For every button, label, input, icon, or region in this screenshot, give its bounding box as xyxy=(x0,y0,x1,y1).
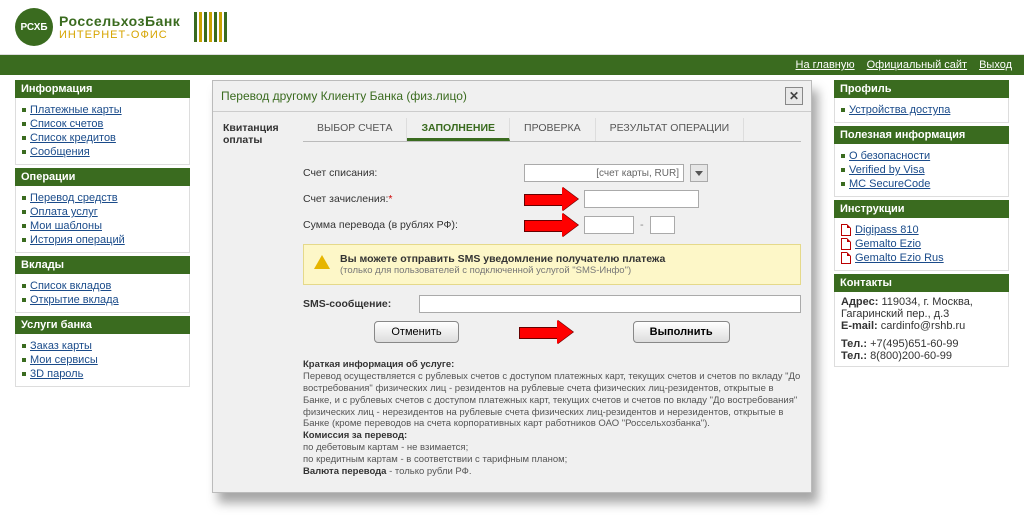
right-sidebar: Профиль Устройства доступа Полезная инфо… xyxy=(834,80,1009,370)
block-useful-header: Полезная информация xyxy=(834,126,1009,144)
tab-select-account[interactable]: ВЫБОР СЧЕТА xyxy=(303,118,407,141)
sidebar-item-open-deposit[interactable]: Открытие вклада xyxy=(30,294,119,306)
sidebar-item-history[interactable]: История операций xyxy=(30,234,125,246)
sms-message-input[interactable] xyxy=(419,295,801,313)
phones-label: Тел.: xyxy=(841,338,867,350)
sidebar-item-access-devices[interactable]: Устройства доступа xyxy=(849,104,950,116)
top-nav: На главную Официальный сайт Выход xyxy=(0,55,1024,75)
nav-exit[interactable]: Выход xyxy=(979,59,1012,71)
credit-account-label: Счет зачисления: xyxy=(303,193,388,205)
dialog-tabs: ВЫБОР СЧЕТА ЗАПОЛНЕНИЕ ПРОВЕРКА РЕЗУЛЬТА… xyxy=(303,118,801,142)
service-info: Краткая информация об услуге: Перевод ос… xyxy=(303,359,801,478)
address-label: Адрес: xyxy=(841,296,878,308)
bank-name: РоссельхозБанк xyxy=(59,13,180,29)
tab-check[interactable]: ПРОВЕРКА xyxy=(510,118,596,141)
block-contacts-header: Контакты xyxy=(834,274,1009,292)
amount-rub-input[interactable] xyxy=(584,216,634,234)
pdf-icon xyxy=(841,252,851,264)
sidebar-item-vbv[interactable]: Verified by Visa xyxy=(849,164,925,176)
sidebar-item-messages[interactable]: Сообщения xyxy=(30,146,90,158)
sidebar-item-transfer[interactable]: Перевод средств xyxy=(30,192,118,204)
pdf-icon xyxy=(841,238,851,250)
sms-note: Вы можете отправить SMS уведомление полу… xyxy=(303,244,801,285)
sidebar-item-my-services[interactable]: Мои сервисы xyxy=(30,354,98,366)
sidebar-item-pay[interactable]: Оплата услуг xyxy=(30,206,98,218)
sidebar-item-gemalto-rus[interactable]: Gemalto Ezio Rus xyxy=(855,252,944,264)
info-body2b: по кредитным картам - в соответствии с т… xyxy=(303,454,801,466)
email-label: E-mail: xyxy=(841,320,878,332)
sidebar-item-credits[interactable]: Список кредитов xyxy=(30,132,116,144)
block-ops-header: Операции xyxy=(15,168,190,186)
app-header: РСХБ РоссельхозБанк ИНТЕРНЕТ-ОФИС xyxy=(0,0,1024,55)
block-services-header: Услуги банка xyxy=(15,316,190,334)
debit-account-label: Счет списания: xyxy=(303,167,518,179)
nav-official[interactable]: Официальный сайт xyxy=(867,59,967,71)
tab-fill[interactable]: ЗАПОЛНЕНИЕ xyxy=(407,118,510,141)
submit-button[interactable]: Выполнить xyxy=(633,321,730,343)
info-head2: Комиссия за перевод: xyxy=(303,430,801,442)
sidebar-item-digipass[interactable]: Digipass 810 xyxy=(855,224,919,236)
info-head1: Краткая информация об услуге: xyxy=(303,359,801,371)
tab-result[interactable]: РЕЗУЛЬТАТ ОПЕРАЦИИ xyxy=(596,118,745,141)
annotation-arrow-icon xyxy=(519,323,573,341)
sidebar-item-3d-password[interactable]: 3D пароль xyxy=(30,368,83,380)
sms-message-label: SMS-сообщение: xyxy=(303,298,413,310)
amount-label: Сумма перевода (в рублях РФ): xyxy=(303,219,518,231)
cancel-button[interactable]: Отменить xyxy=(374,321,458,343)
sidebar-item-security[interactable]: О безопасности xyxy=(849,150,930,162)
debit-account-field[interactable]: [счет карты, RUR] xyxy=(524,164,684,182)
phone1: +7(495)651-60-99 xyxy=(870,338,958,350)
logo-bars-icon xyxy=(194,12,227,42)
sidebar-item-order-card[interactable]: Заказ карты xyxy=(30,340,92,352)
block-deposits-header: Вклады xyxy=(15,256,190,274)
block-info-header: Информация xyxy=(15,80,190,98)
block-profile-header: Профиль xyxy=(834,80,1009,98)
sms-note-sub: (только для пользователей с подключенной… xyxy=(340,265,665,276)
logo-icon: РСХБ xyxy=(15,8,53,46)
transfer-dialog: Перевод другому Клиенту Банка (физ.лицо)… xyxy=(212,80,812,493)
contacts-body: Адрес: 119034, г. Москва, Гагаринский пе… xyxy=(834,292,1009,367)
left-sidebar: Информация Платежные карты Список счетов… xyxy=(15,80,190,390)
pdf-icon xyxy=(841,224,851,236)
annotation-arrow-icon xyxy=(524,190,578,208)
amount-kop-input[interactable] xyxy=(650,216,675,234)
phone2: 8(800)200-60-99 xyxy=(870,350,952,362)
bank-logo: РСХБ РоссельхозБанк ИНТЕРНЕТ-ОФИС xyxy=(15,8,227,46)
sidebar-item-templates[interactable]: Мои шаблоны xyxy=(30,220,102,232)
email-value: cardinfo@rshb.ru xyxy=(881,320,966,332)
sidebar-item-deposit-list[interactable]: Список вкладов xyxy=(30,280,111,292)
info-body1: Перевод осуществляется с рублевых счетов… xyxy=(303,371,801,430)
block-instructions-header: Инструкции xyxy=(834,200,1009,218)
credit-account-input[interactable] xyxy=(584,190,699,208)
dialog-close-button[interactable]: ✕ xyxy=(785,87,803,105)
debit-account-dropdown-button[interactable] xyxy=(690,164,708,182)
warning-icon xyxy=(314,255,330,269)
info-body2a: по дебетовым картам - не взимается; xyxy=(303,442,801,454)
sidebar-item-mcsc[interactable]: MC SecureCode xyxy=(849,178,930,190)
sidebar-item-accounts[interactable]: Список счетов xyxy=(30,118,103,130)
phones-label2: Тел.: xyxy=(841,350,867,362)
dialog-title: Перевод другому Клиенту Банка (физ.лицо) xyxy=(221,89,467,103)
receipt-label: Квитанция оплаты xyxy=(223,118,293,146)
main-area: Перевод другому Клиенту Банка (физ.лицо)… xyxy=(205,80,819,493)
sidebar-item-cards[interactable]: Платежные карты xyxy=(30,104,122,116)
sms-note-bold: Вы можете отправить SMS уведомление полу… xyxy=(340,253,665,265)
nav-home[interactable]: На главную xyxy=(796,59,855,71)
annotation-arrow-icon xyxy=(524,216,578,234)
bank-subtitle: ИНТЕРНЕТ-ОФИС xyxy=(59,29,180,41)
sidebar-item-gemalto[interactable]: Gemalto Ezio xyxy=(855,238,921,250)
info-head3: Валюта перевода xyxy=(303,466,386,477)
info-body3: - только рубли РФ. xyxy=(386,466,471,477)
